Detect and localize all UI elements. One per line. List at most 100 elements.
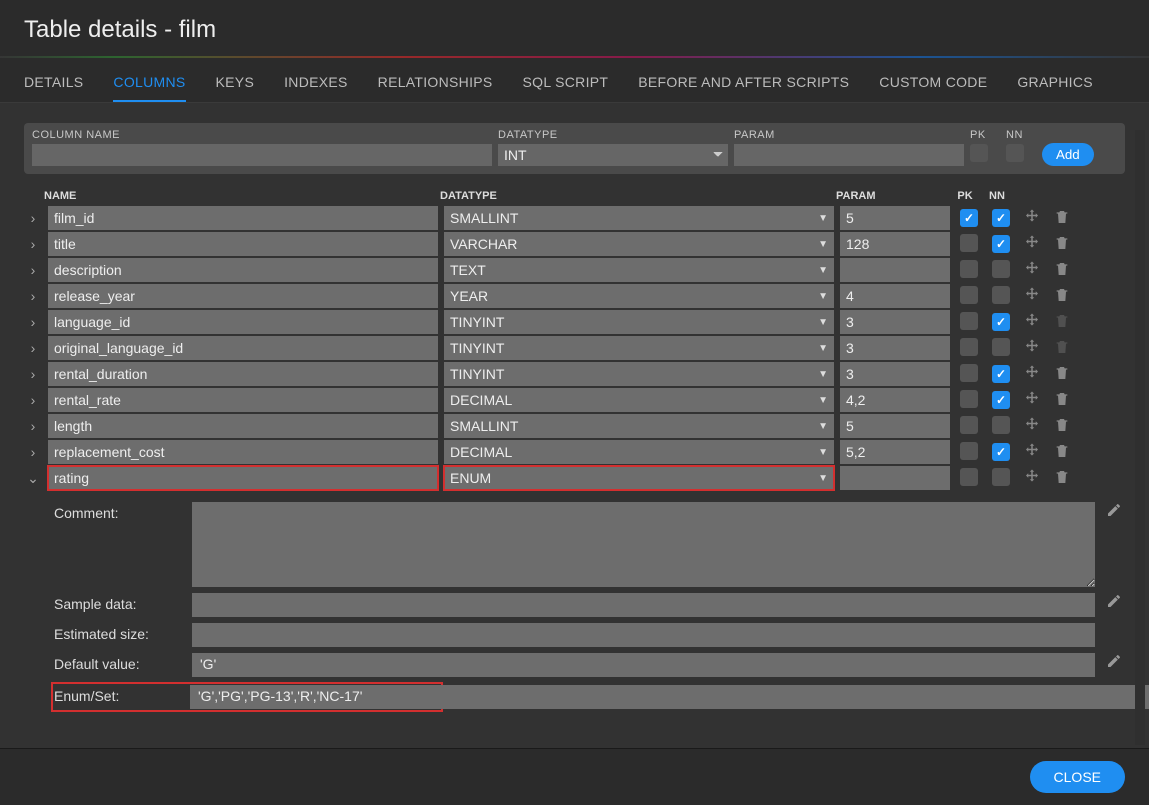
nn-checkbox[interactable]: [992, 416, 1010, 434]
column-datatype-select[interactable]: DECIMAL▼: [444, 440, 834, 464]
column-name-field[interactable]: film_id: [48, 206, 438, 230]
pk-checkbox[interactable]: [960, 260, 978, 278]
column-param-field[interactable]: [840, 466, 950, 490]
column-datatype-select[interactable]: TINYINT▼: [444, 362, 834, 386]
expand-icon[interactable]: ›: [24, 288, 42, 304]
new-column-param-input[interactable]: [734, 144, 964, 166]
column-param-field[interactable]: 3: [840, 310, 950, 334]
new-column-name-input[interactable]: [32, 144, 492, 166]
column-datatype-select[interactable]: TINYINT▼: [444, 336, 834, 360]
column-datatype-select[interactable]: DECIMAL▼: [444, 388, 834, 412]
delete-icon[interactable]: [1050, 469, 1074, 488]
tab-keys[interactable]: KEYS: [216, 74, 255, 102]
new-column-pk-checkbox[interactable]: [970, 144, 988, 162]
column-param-field[interactable]: [840, 258, 950, 282]
pk-checkbox[interactable]: [960, 234, 978, 252]
column-param-field[interactable]: 4: [840, 284, 950, 308]
expand-icon[interactable]: ›: [24, 392, 42, 408]
enum-set-field[interactable]: 'G','PG','PG-13','R','NC-17': [190, 685, 442, 709]
move-icon[interactable]: [1020, 442, 1044, 463]
close-button[interactable]: CLOSE: [1030, 761, 1125, 793]
column-datatype-select[interactable]: VARCHAR▼: [444, 232, 834, 256]
nn-checkbox[interactable]: [992, 365, 1010, 383]
move-icon[interactable]: [1020, 364, 1044, 385]
column-param-field[interactable]: 5: [840, 206, 950, 230]
pk-checkbox[interactable]: [960, 286, 978, 304]
expand-icon[interactable]: ›: [24, 236, 42, 252]
column-name-field[interactable]: title: [48, 232, 438, 256]
expand-icon[interactable]: ›: [24, 262, 42, 278]
column-datatype-select[interactable]: YEAR▼: [444, 284, 834, 308]
move-icon[interactable]: [1020, 234, 1044, 255]
collapse-icon[interactable]: ⌄: [24, 470, 42, 487]
pk-checkbox[interactable]: [960, 416, 978, 434]
estimated-size-field[interactable]: [192, 623, 1095, 647]
column-datatype-select[interactable]: SMALLINT▼: [444, 414, 834, 438]
move-icon[interactable]: [1020, 260, 1044, 281]
tab-before-and-after-scripts[interactable]: BEFORE AND AFTER SCRIPTS: [638, 74, 849, 102]
nn-checkbox[interactable]: [992, 313, 1010, 331]
tab-indexes[interactable]: INDEXES: [284, 74, 348, 102]
move-icon[interactable]: [1020, 312, 1044, 333]
nn-checkbox[interactable]: [992, 286, 1010, 304]
delete-icon[interactable]: [1050, 261, 1074, 280]
expand-icon[interactable]: ›: [24, 314, 42, 330]
column-name-field[interactable]: language_id: [48, 310, 438, 334]
tab-sql-script[interactable]: SQL SCRIPT: [523, 74, 609, 102]
delete-icon[interactable]: [1050, 417, 1074, 436]
nn-checkbox[interactable]: [992, 209, 1010, 227]
tab-details[interactable]: DETAILS: [24, 74, 83, 102]
default-value-field[interactable]: 'G': [192, 653, 1095, 677]
column-datatype-select[interactable]: ENUM▼: [444, 466, 834, 490]
tab-relationships[interactable]: RELATIONSHIPS: [378, 74, 493, 102]
add-column-button[interactable]: Add: [1042, 143, 1094, 166]
pk-checkbox[interactable]: [960, 312, 978, 330]
sample-data-field[interactable]: [192, 593, 1095, 617]
column-name-field[interactable]: rental_duration: [48, 362, 438, 386]
column-param-field[interactable]: 5: [840, 414, 950, 438]
column-datatype-select[interactable]: TEXT▼: [444, 258, 834, 282]
edit-comment-icon[interactable]: [1103, 502, 1125, 518]
edit-sample-icon[interactable]: [1103, 593, 1125, 609]
expand-icon[interactable]: ›: [24, 444, 42, 460]
tab-custom-code[interactable]: CUSTOM CODE: [879, 74, 987, 102]
expand-icon[interactable]: ›: [24, 366, 42, 382]
pk-checkbox[interactable]: [960, 364, 978, 382]
pk-checkbox[interactable]: [960, 468, 978, 486]
pk-checkbox[interactable]: [960, 338, 978, 356]
comment-textarea[interactable]: [192, 502, 1095, 587]
expand-icon[interactable]: ›: [24, 340, 42, 356]
pk-checkbox[interactable]: [960, 442, 978, 460]
nn-checkbox[interactable]: [992, 338, 1010, 356]
new-column-datatype-select[interactable]: INT: [498, 144, 728, 166]
nn-checkbox[interactable]: [992, 391, 1010, 409]
tab-columns[interactable]: COLUMNS: [113, 74, 185, 102]
scrollbar[interactable]: [1135, 130, 1145, 745]
column-name-field[interactable]: replacement_cost: [48, 440, 438, 464]
column-name-field[interactable]: rental_rate: [48, 388, 438, 412]
expand-icon[interactable]: ›: [24, 210, 42, 226]
delete-icon[interactable]: [1050, 209, 1074, 228]
move-icon[interactable]: [1020, 390, 1044, 411]
tab-graphics[interactable]: GRAPHICS: [1017, 74, 1093, 102]
nn-checkbox[interactable]: [992, 260, 1010, 278]
column-name-field[interactable]: original_language_id: [48, 336, 438, 360]
column-datatype-select[interactable]: TINYINT▼: [444, 310, 834, 334]
column-param-field[interactable]: 4,2: [840, 388, 950, 412]
expand-icon[interactable]: ›: [24, 418, 42, 434]
edit-default-icon[interactable]: [1103, 653, 1125, 669]
column-name-field[interactable]: release_year: [48, 284, 438, 308]
nn-checkbox[interactable]: [992, 468, 1010, 486]
move-icon[interactable]: [1020, 338, 1044, 359]
delete-icon[interactable]: [1050, 235, 1074, 254]
column-param-field[interactable]: 5,2: [840, 440, 950, 464]
column-name-field[interactable]: length: [48, 414, 438, 438]
column-param-field[interactable]: 3: [840, 362, 950, 386]
delete-icon[interactable]: [1050, 287, 1074, 306]
nn-checkbox[interactable]: [992, 235, 1010, 253]
new-column-nn-checkbox[interactable]: [1006, 144, 1024, 162]
pk-checkbox[interactable]: [960, 390, 978, 408]
delete-icon[interactable]: [1050, 443, 1074, 462]
column-param-field[interactable]: 128: [840, 232, 950, 256]
delete-icon[interactable]: [1050, 365, 1074, 384]
